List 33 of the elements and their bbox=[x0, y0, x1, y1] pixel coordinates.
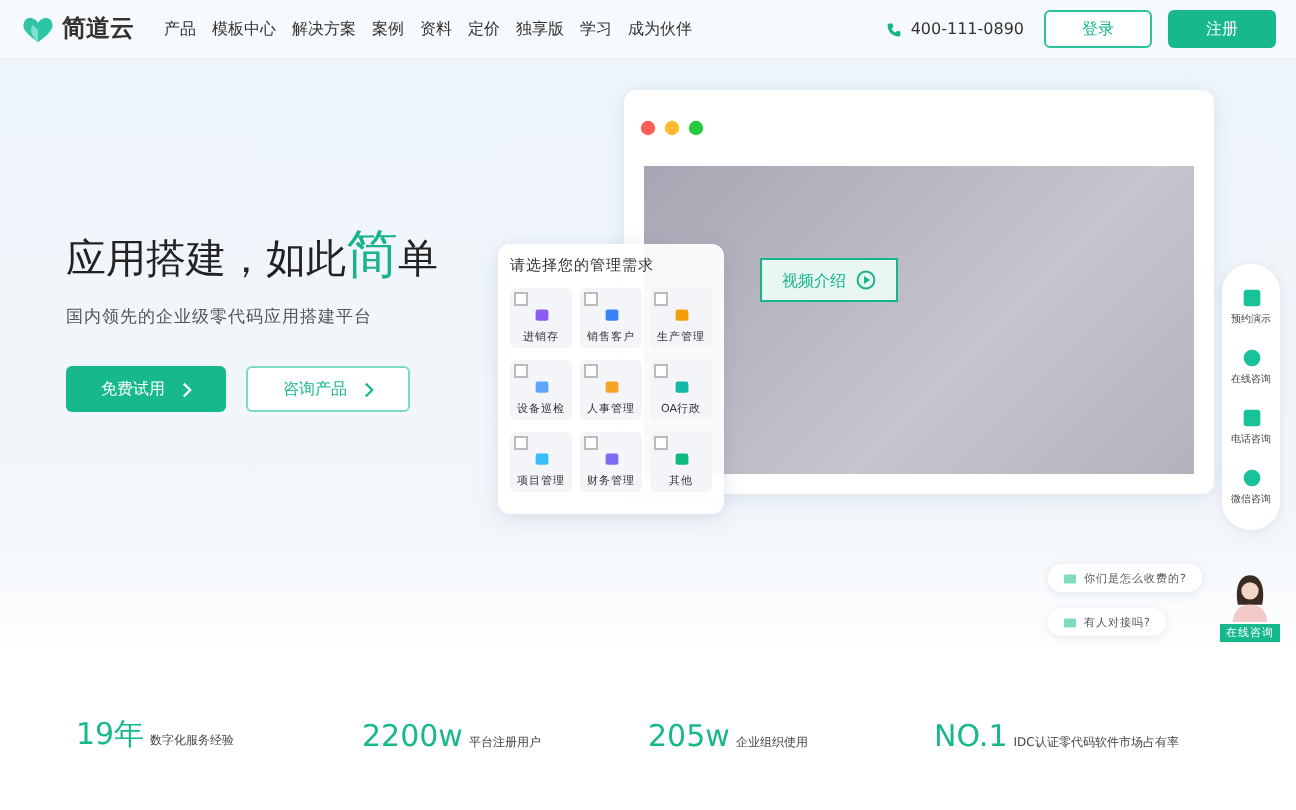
stat-value: NO.1 bbox=[934, 717, 1008, 753]
logo-icon bbox=[20, 15, 56, 43]
nav-link[interactable]: 案例 bbox=[372, 18, 404, 40]
phone-number: 400-111-0890 bbox=[910, 20, 1024, 38]
stat-value: 2200w bbox=[362, 717, 463, 753]
nav-link[interactable]: 独享版 bbox=[516, 18, 564, 40]
checkbox[interactable] bbox=[584, 364, 598, 378]
checkbox[interactable] bbox=[514, 292, 528, 306]
play-icon bbox=[856, 270, 876, 290]
nav-link[interactable]: 学习 bbox=[580, 18, 612, 40]
hero-subtitle: 国内领先的企业级零代码应用搭建平台 bbox=[66, 306, 374, 330]
stat-value: 19年 bbox=[76, 716, 145, 754]
checkbox[interactable] bbox=[514, 364, 528, 378]
checkbox[interactable] bbox=[514, 436, 528, 450]
nav-link[interactable]: 成为伙伴 bbox=[628, 18, 692, 40]
checkbox[interactable] bbox=[584, 436, 598, 450]
nav-link[interactable]: 资料 bbox=[420, 18, 452, 40]
chevron-right-icon bbox=[363, 381, 373, 398]
hero-title: 应用搭建，如此简单 bbox=[66, 226, 438, 288]
nav-link[interactable]: 产品 bbox=[164, 18, 196, 40]
checkbox[interactable] bbox=[654, 436, 668, 450]
square-icon bbox=[1241, 408, 1261, 429]
phone-icon bbox=[886, 21, 903, 37]
nav-link[interactable]: 模板中心 bbox=[212, 18, 276, 40]
checkbox[interactable] bbox=[654, 364, 668, 378]
nav-link[interactable]: 定价 bbox=[468, 18, 500, 40]
brand-name: 简道云 bbox=[62, 12, 134, 46]
stat-value: 205w bbox=[648, 717, 730, 753]
chevron-right-icon bbox=[181, 381, 191, 398]
square-icon bbox=[1241, 287, 1261, 308]
checkbox[interactable] bbox=[584, 292, 598, 306]
checkbox[interactable] bbox=[654, 292, 668, 306]
nav-link[interactable]: 解决方案 bbox=[292, 18, 356, 40]
